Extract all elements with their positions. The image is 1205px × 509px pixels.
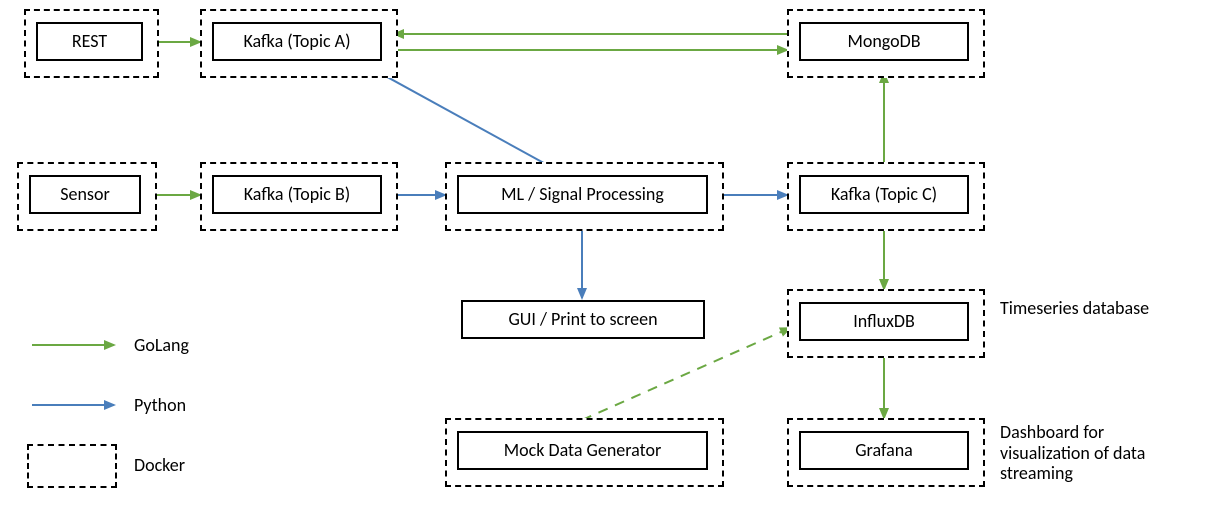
edge-kafka-a-to-ml — [380, 73, 562, 173]
annotation-influxdb: Timeseries database — [1000, 298, 1180, 319]
node-rest: REST — [36, 22, 143, 61]
node-sensor: Sensor — [29, 175, 141, 214]
node-grafana: Grafana — [799, 431, 969, 470]
annotation-grafana: Dashboard for visualization of data stre… — [1000, 422, 1190, 484]
legend-docker-box — [27, 444, 117, 488]
node-kafka-b: Kafka (Topic B) — [212, 175, 382, 214]
legend-python-label: Python — [134, 395, 186, 416]
edge-mock-to-influxdb — [582, 328, 790, 420]
legend-golang-label: GoLang — [134, 335, 189, 356]
node-ml: ML / Signal Processing — [457, 175, 708, 214]
node-influxdb: InfluxDB — [799, 302, 969, 341]
legend-docker-label: Docker — [134, 455, 185, 476]
node-kafka-c: Kafka (Topic C) — [799, 175, 969, 214]
node-kafka-a: Kafka (Topic A) — [212, 22, 382, 61]
diagram-canvas: REST Kafka (Topic A) MongoDB Sensor Kafk… — [0, 0, 1205, 509]
node-mongodb: MongoDB — [799, 22, 969, 61]
node-mock: Mock Data Generator — [457, 431, 708, 470]
node-gui: GUI / Print to screen — [461, 300, 705, 339]
